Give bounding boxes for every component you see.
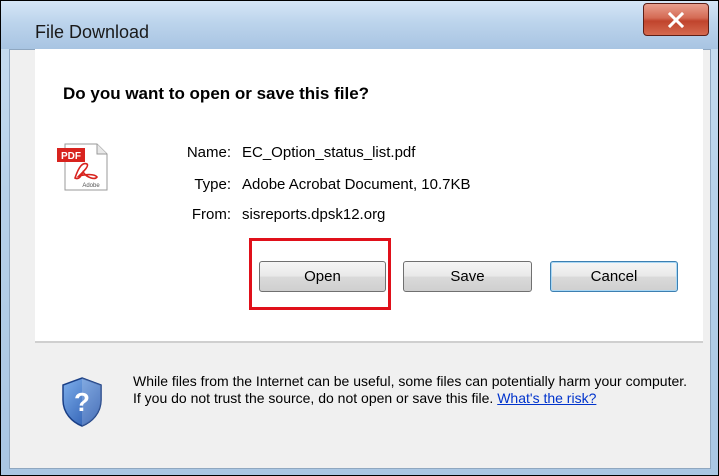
close-button[interactable] <box>643 3 709 36</box>
file-name-value: EC_Option_status_list.pdf <box>242 144 416 161</box>
warning-message: While files from the Internet can be use… <box>133 373 688 406</box>
save-button[interactable]: Save <box>403 261 532 292</box>
whats-the-risk-link[interactable]: What's the risk? <box>497 390 596 406</box>
svg-text:PDF: PDF <box>61 151 81 162</box>
security-shield-icon: ? <box>62 377 102 427</box>
dialog-question: Do you want to open or save this file? <box>63 84 370 103</box>
file-from-label: From: <box>191 206 231 223</box>
window-title: File Download <box>35 22 150 42</box>
svg-text:?: ? <box>74 387 90 417</box>
file-type-label: Type: <box>194 176 231 193</box>
close-icon <box>667 11 685 28</box>
file-from-value: sisreports.dpsk12.org <box>242 206 386 223</box>
title-bar[interactable]: File Download <box>1 1 718 49</box>
security-warning-text: While files from the Internet can be use… <box>133 373 693 407</box>
panel-divider <box>35 342 703 343</box>
svg-text:Adobe: Adobe <box>82 183 100 189</box>
file-type-value: Adobe Acrobat Document, 10.7KB <box>242 176 471 193</box>
cancel-button[interactable]: Cancel <box>550 261 678 292</box>
file-name-label: Name: <box>186 144 231 161</box>
open-button-highlight <box>249 238 391 310</box>
